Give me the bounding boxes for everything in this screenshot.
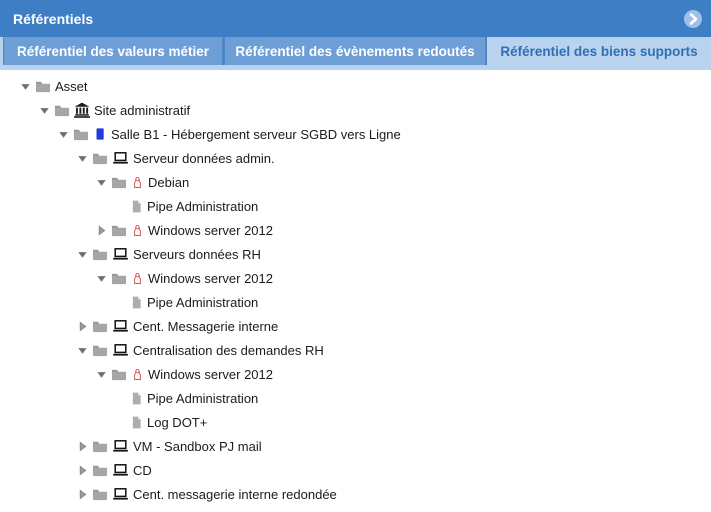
tree-row[interactable]: Windows server 2012 xyxy=(0,266,711,290)
tree-row-label: Salle B1 - Hébergement serveur SGBD vers… xyxy=(111,127,401,142)
collapse-arrow-icon[interactable] xyxy=(75,151,89,165)
collapse-arrow-icon[interactable] xyxy=(75,247,89,261)
folder-icon xyxy=(111,366,127,382)
tree-row-label: CD xyxy=(133,463,152,478)
tree-row[interactable]: Centralisation des demandes RH xyxy=(0,338,711,362)
expand-arrow-icon[interactable] xyxy=(94,223,108,237)
tree-row-label: Serveur données admin. xyxy=(133,151,275,166)
collapse-arrow-icon[interactable] xyxy=(37,103,51,117)
tree: Asset Site administratif Salle B1 - Héberg… xyxy=(0,70,711,512)
laptop-icon xyxy=(112,246,129,262)
tree-row[interactable]: Espace de stockage xyxy=(0,506,711,512)
tree-row-label: Pipe Administration xyxy=(147,391,258,406)
tree-row-label: Debian xyxy=(148,175,189,190)
laptop-icon xyxy=(112,438,129,454)
tree-row[interactable]: Salle B1 - Hébergement serveur SGBD vers… xyxy=(0,122,711,146)
folder-icon xyxy=(92,342,108,358)
expand-arrow-icon[interactable] xyxy=(75,487,89,501)
penguin-icon xyxy=(131,222,144,238)
tab-biens-supports[interactable]: Référentiel des biens supports xyxy=(487,37,711,65)
file-icon xyxy=(130,414,143,430)
tree-row[interactable]: Windows server 2012 xyxy=(0,362,711,386)
tree-row-label: Cent. messagerie interne redondée xyxy=(133,487,337,502)
tree-row[interactable]: Pipe Administration xyxy=(0,290,711,314)
tree-row[interactable]: Cent. messagerie interne redondée xyxy=(0,482,711,506)
folder-icon xyxy=(92,462,108,478)
collapse-arrow-icon[interactable] xyxy=(56,127,70,141)
tree-row-label: Centralisation des demandes RH xyxy=(133,343,324,358)
tree-row-label: VM - Sandbox PJ mail xyxy=(133,439,262,454)
bank-icon xyxy=(74,102,90,118)
file-icon xyxy=(130,390,143,406)
folder-icon xyxy=(111,174,127,190)
tree-row-label: Site administratif xyxy=(94,103,190,118)
tree-row[interactable]: Log DOT+ xyxy=(0,410,711,434)
tree-row-label: Windows server 2012 xyxy=(148,367,273,382)
chevron-right-circle-icon xyxy=(683,16,703,33)
tree-row[interactable]: Serveur données admin. xyxy=(0,146,711,170)
penguin-icon xyxy=(131,270,144,286)
tree-row-label: Log DOT+ xyxy=(147,415,207,430)
panel-header: Référentiels xyxy=(0,0,711,37)
expander-spacer xyxy=(113,199,127,213)
folder-icon xyxy=(92,246,108,262)
file-icon xyxy=(130,294,143,310)
tree-row[interactable]: CD xyxy=(0,458,711,482)
tab-valeurs-metier[interactable]: Référentiel des valeurs métier xyxy=(4,37,222,65)
folder-icon xyxy=(92,318,108,334)
laptop-icon xyxy=(112,318,129,334)
folder-icon xyxy=(111,270,127,286)
folder-icon xyxy=(92,438,108,454)
tree-row-label: Asset xyxy=(55,79,88,94)
tree-row-label: Serveurs données RH xyxy=(133,247,261,262)
tree-row[interactable]: Pipe Administration xyxy=(0,194,711,218)
expander-spacer xyxy=(113,415,127,429)
folder-icon xyxy=(54,102,70,118)
tree-row-label: Pipe Administration xyxy=(147,295,258,310)
folder-icon xyxy=(92,150,108,166)
tree-row[interactable]: Windows server 2012 xyxy=(0,218,711,242)
expand-arrow-icon[interactable] xyxy=(75,439,89,453)
tree-row-label: Windows server 2012 xyxy=(148,223,273,238)
collapse-panel-button[interactable] xyxy=(683,9,703,29)
tree-row[interactable]: Debian xyxy=(0,170,711,194)
tree-row[interactable]: Cent. Messagerie interne xyxy=(0,314,711,338)
collapse-arrow-icon[interactable] xyxy=(94,271,108,285)
collapse-arrow-icon[interactable] xyxy=(94,367,108,381)
room-icon xyxy=(93,126,107,142)
collapse-arrow-icon[interactable] xyxy=(94,175,108,189)
tree-row[interactable]: Pipe Administration xyxy=(0,386,711,410)
tree-row-label: Pipe Administration xyxy=(147,199,258,214)
expander-spacer xyxy=(113,391,127,405)
tab-evenements-redoutes[interactable]: Référentiel des évènements redoutés xyxy=(225,37,485,65)
laptop-icon xyxy=(112,342,129,358)
tabbar-left-sliver xyxy=(0,37,3,65)
panel-title: Référentiels xyxy=(13,11,93,27)
folder-icon xyxy=(111,222,127,238)
laptop-icon xyxy=(112,462,129,478)
tree-row-label: Windows server 2012 xyxy=(148,271,273,286)
file-icon xyxy=(130,198,143,214)
referential-tabs: Référentiel des valeurs métier Référenti… xyxy=(0,37,711,65)
laptop-icon xyxy=(112,150,129,166)
tree-row[interactable]: Asset xyxy=(0,74,711,98)
folder-icon xyxy=(35,78,51,94)
tree-row[interactable]: VM - Sandbox PJ mail xyxy=(0,434,711,458)
penguin-icon xyxy=(131,366,144,382)
folder-icon xyxy=(92,486,108,502)
expander-spacer xyxy=(113,295,127,309)
tree-row-label: Cent. Messagerie interne xyxy=(133,319,278,334)
collapse-arrow-icon[interactable] xyxy=(18,79,32,93)
laptop-icon xyxy=(112,486,129,502)
expand-arrow-icon[interactable] xyxy=(75,319,89,333)
tree-row[interactable]: Site administratif xyxy=(0,98,711,122)
tree-row[interactable]: Serveurs données RH xyxy=(0,242,711,266)
collapse-arrow-icon[interactable] xyxy=(75,343,89,357)
expand-arrow-icon[interactable] xyxy=(75,463,89,477)
folder-icon xyxy=(73,126,89,142)
penguin-icon xyxy=(131,174,144,190)
referentiels-panel: Référentiels Référentiel des valeurs mét… xyxy=(0,0,711,512)
